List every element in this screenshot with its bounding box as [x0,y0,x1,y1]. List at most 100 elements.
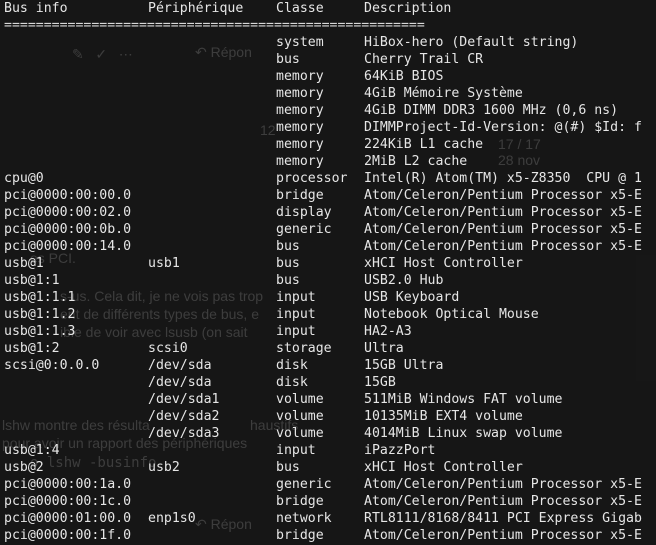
row-description: 224KiB L1 cache [364,137,484,152]
header-class: Classe [276,1,324,16]
row-bus-info: pci@0000:00:1c.0 [4,494,132,509]
row-bus-info: usb@1 [4,256,44,271]
row-class: volume [276,409,324,424]
row-description: 511MiB Windows FAT volume [364,392,563,407]
table-row: pci@0000:00:0b.0 generic Atom/Celeron/Pent… [4,221,642,238]
table-row: memory 4GiB Mémoire Système [4,85,642,102]
row-class: memory [276,154,324,169]
row-bus-info: pci@0000:00:02.0 [4,205,132,220]
header-separator: ========================================… [4,18,425,33]
row-class: bus [276,239,300,254]
row-description: Notebook Optical Mouse [364,307,539,322]
table-row: pci@0000:00:1c.0 bridge Atom/Celeron/Penti… [4,493,642,510]
row-class: memory [276,86,324,101]
table-row: usb@1:2 scsi0 storage Ultra [4,340,642,357]
row-class: display [276,205,332,220]
row-description: Atom/Celeron/Pentium Processor x5-E [364,528,642,543]
row-class: bus [276,256,300,271]
row-bus-info: usb@1:1.3 [4,324,76,339]
row-class: storage [276,341,332,356]
row-description: 64KiB BIOS [364,69,444,84]
row-class: bridge [276,494,324,509]
table-row: usb@1:1.2 input Notebook Optical Mouse [4,306,642,323]
row-description: Atom/Celeron/Pentium Processor x5-E [364,477,642,492]
row-class: disk [276,358,308,373]
row-bus-info: scsi@0:0.0.0 [4,358,100,373]
table-row: cpu@0 processor Intel(R) Atom(TM) x5-Z8350… [4,170,642,187]
row-bus-info: cpu@0 [4,171,44,186]
row-bus-info: pci@0000:00:14.0 [4,239,132,254]
table-row: usb@1 usb1 bus xHCI Host Controller [4,255,642,272]
row-description: 2MiB L2 cache [364,154,468,169]
table-row: pci@0000:00:1a.0 generic Atom/Celeron/Pent… [4,476,642,493]
row-description: Atom/Celeron/Pentium Processor x5-E [364,205,642,220]
row-device: usb2 [148,460,180,475]
row-description: xHCI Host Controller [364,256,523,271]
table-row: /dev/sda1 volume 511MiB Windows FAT volume [4,391,642,408]
row-description: 15GB [364,375,396,390]
row-class: bridge [276,528,324,543]
table-row: usb@2 usb2 bus xHCI Host Controller [4,459,642,476]
row-bus-info: usb@1:1.1 [4,290,76,305]
row-description: iPazzPort [364,443,436,458]
row-description: RTL8111/8168/8411 PCI Express Gigab [364,511,642,526]
row-class: volume [276,392,324,407]
row-bus-info: usb@1:1.2 [4,307,76,322]
row-device: /dev/sda2 [148,409,220,424]
row-class: bus [276,460,300,475]
row-class: input [276,443,316,458]
row-device: /dev/sda [148,375,212,390]
row-class: input [276,290,316,305]
table-row: memory DIMMProject-Id-Version: @(#) $Id: … [4,119,642,136]
table-header: Bus info Périphérique Classe Description [4,0,642,17]
row-class: memory [276,103,324,118]
table-row: usb@1:1.3 input HA2-A3 [4,323,642,340]
row-bus-info: pci@0000:00:00.0 [4,188,132,203]
row-device: enp1s0 [148,511,196,526]
row-description: 4GiB Mémoire Système [364,86,523,101]
row-description: HA2-A3 [364,324,412,339]
table-row: memory 2MiB L2 cache [4,153,642,170]
header-description: Description [364,1,452,16]
row-bus-info: usb@1:4 [4,443,60,458]
row-description: xHCI Host Controller [364,460,523,475]
row-description: DIMMProject-Id-Version: @(#) $Id: f [364,120,642,135]
table-row: memory 64KiB BIOS [4,68,642,85]
row-bus-info: usb@1:2 [4,341,60,356]
row-description: HiBox-hero (Default string) [364,35,579,50]
row-class: bus [276,273,300,288]
device-rows: system HiBox-hero (Default string) bus Cher… [4,34,642,544]
row-bus-info: pci@0000:00:1f.0 [4,528,132,543]
table-row: pci@0000:00:14.0 bus Atom/Celeron/Pentium … [4,238,642,255]
table-row: usb@1:1.1 input USB Keyboard [4,289,642,306]
row-class: disk [276,375,308,390]
row-class: volume [276,426,324,441]
row-class: input [276,324,316,339]
table-row: /dev/sda2 volume 10135MiB EXT4 volume [4,408,642,425]
row-class: bridge [276,188,324,203]
table-row: pci@0000:00:00.0 bridge Atom/Celeron/Penti… [4,187,642,204]
table-row: /dev/sda disk 15GB [4,374,642,391]
row-class: system [276,35,324,50]
row-description: Atom/Celeron/Pentium Processor x5-E [364,222,642,237]
table-row: pci@0000:00:02.0 display Atom/Celeron/Pent… [4,204,642,221]
row-class: processor [276,171,348,186]
row-bus-info: usb@1:1 [4,273,60,288]
row-description: Intel(R) Atom(TM) x5-Z8350 CPU @ 1 [364,171,642,186]
terminal-window[interactable]: ✎ ✓ ⋯ ↶ Répon 12 17 / 17 28 nov es PCI. … [0,0,656,545]
table-row: memory 4GiB DIMM DDR3 1600 MHz (0,6 ns) [4,102,642,119]
row-device: /dev/sda [148,358,212,373]
row-class: bus [276,52,300,67]
table-row: usb@1:1 bus USB2.0 Hub [4,272,642,289]
row-description: USB2.0 Hub [364,273,444,288]
row-description: 15GB Ultra [364,358,444,373]
table-row: bus Cherry Trail CR [4,51,642,68]
row-description: 4014MiB Linux swap volume [364,426,563,441]
row-class: generic [276,222,332,237]
row-description: Atom/Celeron/Pentium Processor x5-E [364,494,642,509]
row-class: input [276,307,316,322]
row-description: Atom/Celeron/Pentium Processor x5-E [364,239,642,254]
row-description: Cherry Trail CR [364,52,484,67]
table-row: pci@0000:00:1f.0 bridge Atom/Celeron/Penti… [4,527,642,544]
row-class: memory [276,120,324,135]
